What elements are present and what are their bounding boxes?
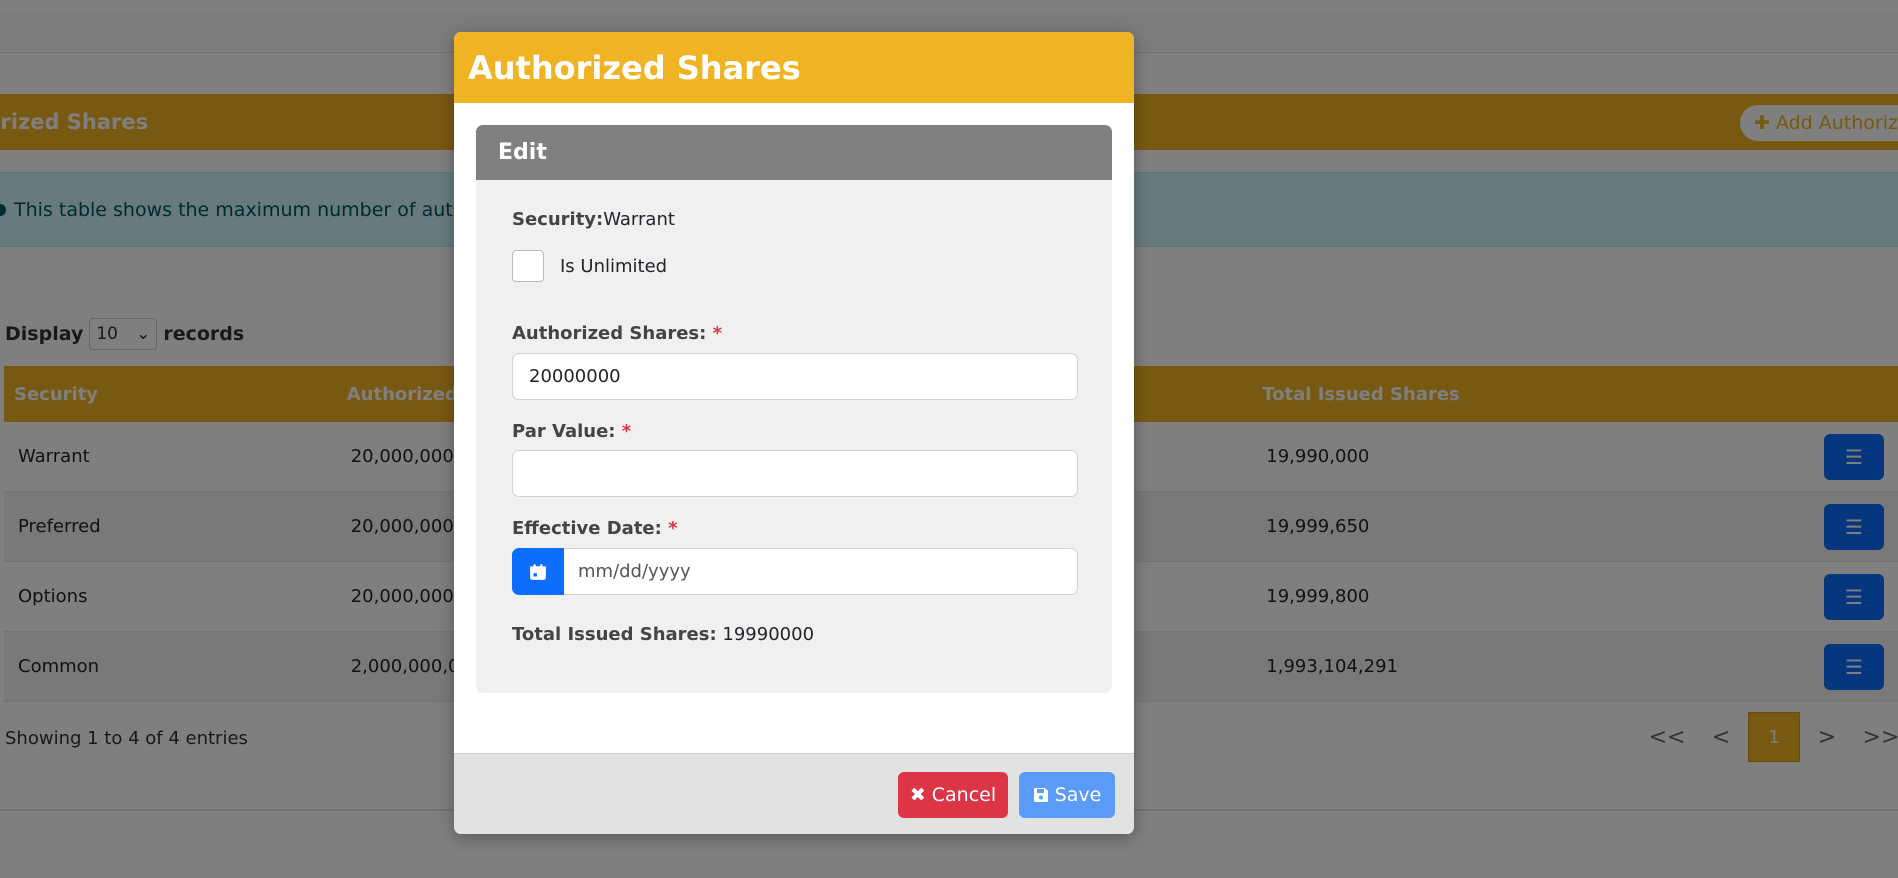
floppy-disk-icon <box>1033 788 1048 802</box>
authorized-shares-label: Authorized Shares: * <box>512 323 723 344</box>
required-mark: * <box>621 421 632 442</box>
par-value-input[interactable] <box>512 450 1078 497</box>
security-value: Warrant <box>603 209 675 230</box>
security-label: Security: <box>512 209 604 230</box>
required-mark: * <box>712 323 723 344</box>
close-icon: ✖ <box>909 784 926 806</box>
modal-header: Authorized Shares <box>454 32 1134 103</box>
modal-title: Authorized Shares <box>468 48 801 87</box>
effective-date-group: mm/dd/yyyy <box>512 548 1078 595</box>
total-issued-label: Total Issued Shares: <box>512 624 717 645</box>
authorized-shares-modal: Authorized Shares Edit Security:Warrant … <box>454 32 1134 834</box>
cancel-label: Cancel <box>931 784 997 806</box>
security-line: Security:Warrant <box>512 209 675 230</box>
required-mark: * <box>668 518 678 539</box>
save-label: Save <box>1054 784 1102 806</box>
calendar-icon <box>530 563 546 580</box>
modal-footer: ✖ Cancel Save <box>454 753 1134 834</box>
cancel-button[interactable]: ✖ Cancel <box>898 772 1008 818</box>
par-value-label: Par Value: * <box>512 421 632 442</box>
is-unlimited-label: Is Unlimited <box>560 255 668 277</box>
save-button[interactable]: Save <box>1019 772 1115 818</box>
edit-card-header: Edit <box>476 125 1112 180</box>
total-issued-line: Total Issued Shares: 19990000 <box>512 624 814 645</box>
effective-date-label: Effective Date: * <box>512 518 678 539</box>
is-unlimited-row: Is Unlimited <box>512 250 667 282</box>
authorized-shares-input[interactable]: 20000000 <box>512 353 1078 400</box>
calendar-button[interactable] <box>512 548 564 595</box>
effective-date-input[interactable]: mm/dd/yyyy <box>564 548 1078 595</box>
is-unlimited-checkbox[interactable] <box>512 250 544 282</box>
edit-card: Edit Security:Warrant Is Unlimited Autho… <box>476 125 1112 693</box>
total-issued-value: 19990000 <box>722 624 815 645</box>
